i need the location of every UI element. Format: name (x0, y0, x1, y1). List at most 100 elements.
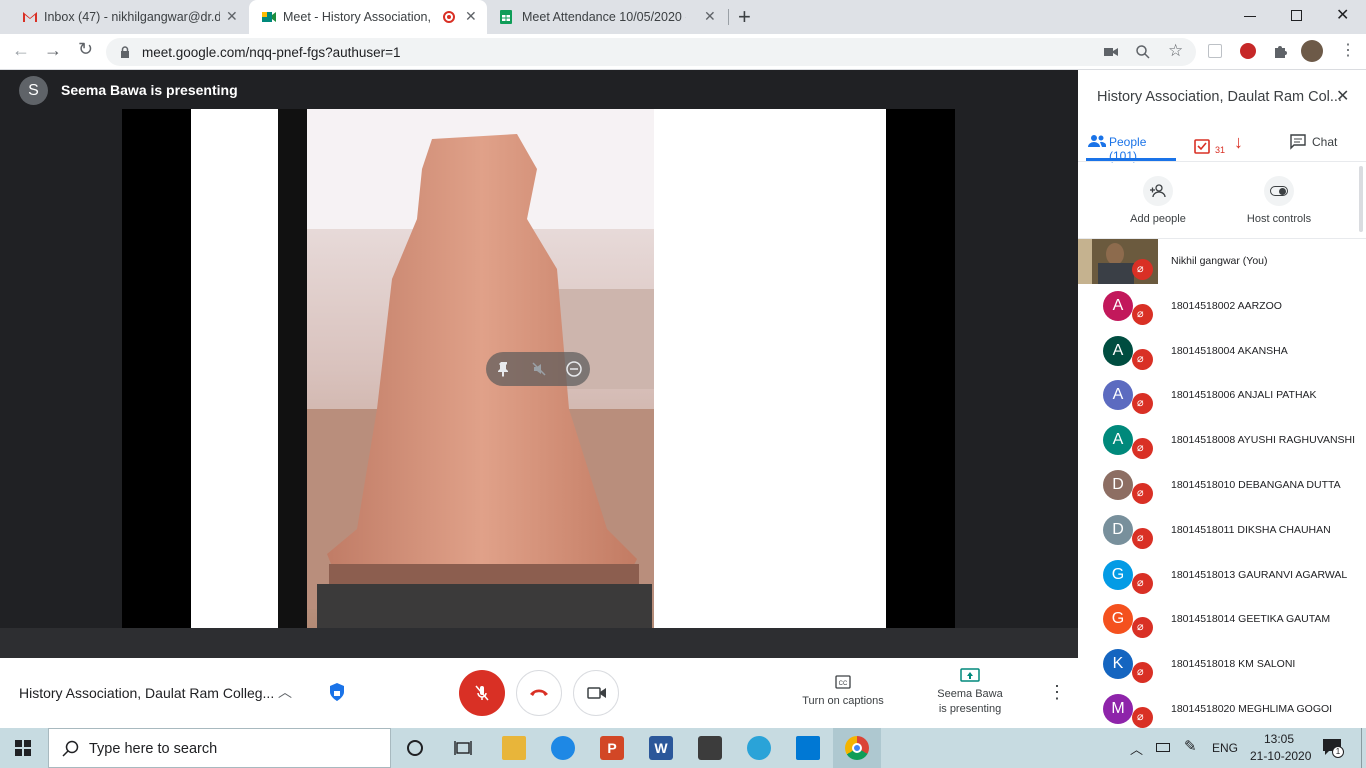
participant-row[interactable]: A ⌀ 18014518004 AKANSHA (1078, 329, 1366, 374)
powerpoint-icon[interactable]: P (600, 736, 624, 760)
participant-avatar: G (1103, 604, 1133, 635)
telegram-icon[interactable] (747, 736, 771, 760)
pin-icon[interactable] (498, 361, 510, 377)
edge-icon[interactable] (551, 736, 575, 760)
tab-sheets[interactable]: Meet Attendance 10/05/2020 - G ✕ (488, 0, 728, 34)
presenting-button[interactable]: Seema Bawa is presenting (925, 666, 1015, 718)
minimize-button[interactable] (1244, 16, 1256, 17)
video-camera-icon (587, 687, 606, 699)
close-tab-icon[interactable]: ✕ (465, 8, 477, 25)
participant-row[interactable]: A ⌀ 18014518006 ANJALI PATHAK (1078, 373, 1366, 418)
tile-overlay-controls (486, 352, 590, 386)
participant-name: 18014518014 GEETIKA GAUTAM (1171, 613, 1331, 626)
participant-avatar: M (1103, 694, 1133, 724)
camera-button[interactable] (573, 670, 619, 716)
cortana-icon[interactable] (407, 740, 423, 756)
participant-row[interactable]: G ⌀ 18014518014 GEETIKA GAUTAM (1078, 597, 1366, 642)
address-bar[interactable]: meet.google.com/nqq-pnef-fgs?authuser=1 … (106, 38, 1196, 66)
close-panel-icon[interactable]: ✕ (1336, 86, 1349, 106)
chrome-taskbar-item[interactable] (833, 728, 881, 768)
extension-apple-icon[interactable] (1240, 43, 1256, 59)
participant-row[interactable]: D ⌀ 18014518010 DEBANGANA DUTTA (1078, 463, 1366, 508)
back-button[interactable]: ← (12, 40, 30, 61)
screen-share[interactable] (122, 109, 955, 629)
remove-icon[interactable] (566, 361, 582, 377)
meeting-details-label[interactable]: History Association, Daulat Ram Colleg..… (19, 685, 274, 701)
chat-tab-label: Chat (1312, 135, 1338, 149)
extension-icon[interactable] (1208, 44, 1222, 58)
meet-icon (262, 12, 276, 22)
mail-icon[interactable] (796, 736, 820, 760)
profile-avatar[interactable] (1301, 40, 1323, 62)
participant-name: 18014518008 AYUSHI RAGHUVANSHI (1171, 434, 1356, 447)
participant-avatar: D (1103, 470, 1133, 500)
battery-icon[interactable] (1156, 743, 1170, 752)
participant-name: 18014518006 ANJALI PATHAK (1171, 389, 1317, 402)
browser-menu-icon[interactable]: ⋮ (1340, 40, 1356, 60)
tab-people[interactable]: People (101) (1086, 128, 1176, 163)
mic-off-icon: ⌀ (1137, 621, 1144, 634)
participant-row[interactable]: M ⌀ 18014518020 MEGHLIMA GOGOI (1078, 687, 1366, 732)
meeting-controls-bar: History Association, Daulat Ram Colleg..… (0, 658, 1078, 728)
participant-avatar: A (1103, 335, 1133, 366)
forward-button[interactable]: → (44, 40, 62, 61)
participant-muted-icon: ⌀ (1132, 527, 1153, 549)
hang-up-icon (530, 689, 548, 696)
download-arrow-icon[interactable]: ↓ (1234, 132, 1243, 153)
show-hidden-icons-chevron[interactable]: ︿ (1130, 739, 1143, 758)
tab-meet[interactable]: Meet - History Association, D ✕ (249, 0, 487, 34)
chevron-up-icon[interactable]: ︿ (278, 682, 292, 702)
leave-call-button[interactable] (516, 670, 562, 716)
host-controls-button[interactable]: Host controls (1238, 174, 1320, 226)
presenter-label: Seema Bawa is presenting (61, 82, 238, 98)
url-text: meet.google.com/nqq-pnef-fgs?authuser=1 (142, 45, 401, 60)
participant-row[interactable]: D ⌀ 18014518011 DIKSHA CHAUHAN (1078, 508, 1366, 553)
host-controls-label: Host controls (1246, 213, 1312, 225)
taskbar-search-box[interactable]: Type here to search (48, 728, 391, 768)
panel-scrollbar[interactable] (1359, 166, 1363, 232)
extensions-puzzle-icon[interactable] (1272, 43, 1288, 59)
file-explorer-icon[interactable] (502, 736, 526, 760)
clock-time[interactable]: 13:05 (1264, 732, 1294, 746)
notification-center-button[interactable]: 1 (1320, 736, 1344, 760)
tab-gmail[interactable]: Inbox (47) - nikhilgangwar@dr.du ✕ (0, 0, 248, 34)
presenting-label-line2: is presenting (938, 703, 1002, 715)
mic-off-icon: ⌀ (1137, 576, 1144, 589)
zoom-icon[interactable] (1136, 45, 1150, 59)
close-window-button[interactable]: ✕ (1336, 5, 1349, 25)
tab-tasks[interactable]: 31 ↓ (1192, 132, 1252, 158)
pen-icon[interactable]: ✎ (1184, 737, 1197, 755)
presentation-stage: S Seema Bawa is presenting (0, 70, 1078, 658)
restore-button[interactable] (1291, 10, 1302, 21)
store-icon[interactable] (698, 736, 722, 760)
add-people-icon (1143, 176, 1173, 206)
captions-button[interactable]: CC Turn on captions (790, 672, 896, 712)
close-tab-icon[interactable]: ✕ (226, 8, 238, 25)
captions-label: Turn on captions (802, 695, 884, 707)
tab-chat[interactable]: Chat (1288, 132, 1348, 158)
task-view-icon[interactable] (454, 739, 472, 757)
mic-off-icon (475, 685, 489, 701)
add-people-button[interactable]: Add people (1118, 174, 1198, 226)
tasks-count: 31 (1215, 145, 1226, 155)
participant-row[interactable]: G ⌀ 18014518013 GAURANVI AGARWAL (1078, 553, 1366, 598)
participant-row-self[interactable]: ⌀ Nikhil gangwar (You) (1078, 239, 1366, 284)
microphone-button[interactable] (459, 670, 505, 716)
close-tab-icon[interactable]: ✕ (704, 8, 716, 25)
participant-row[interactable]: K ⌀ 18014518018 KM SALONI (1078, 642, 1366, 687)
sculpture-image (307, 109, 654, 629)
language-indicator[interactable]: ENG (1212, 741, 1238, 755)
camera-icon[interactable] (1104, 46, 1118, 58)
new-tab-button[interactable]: + (738, 4, 751, 30)
reload-button[interactable]: ↻ (78, 39, 93, 60)
show-desktop-button[interactable] (1361, 728, 1362, 768)
participant-row[interactable]: A ⌀ 18014518008 AYUSHI RAGHUVANSHI (1078, 418, 1366, 463)
mic-off-icon: ⌀ (1137, 531, 1144, 544)
clock-date[interactable]: 21-10-2020 (1250, 749, 1311, 763)
windows-start-icon[interactable] (15, 740, 31, 756)
word-icon[interactable]: W (649, 736, 673, 760)
bookmark-star-icon[interactable]: ☆ (1168, 41, 1183, 61)
security-shield-icon[interactable] (328, 682, 346, 702)
participant-row[interactable]: A ⌀ 18014518002 AARZOO (1078, 284, 1366, 329)
more-options-icon[interactable]: ⋮ (1048, 682, 1066, 703)
